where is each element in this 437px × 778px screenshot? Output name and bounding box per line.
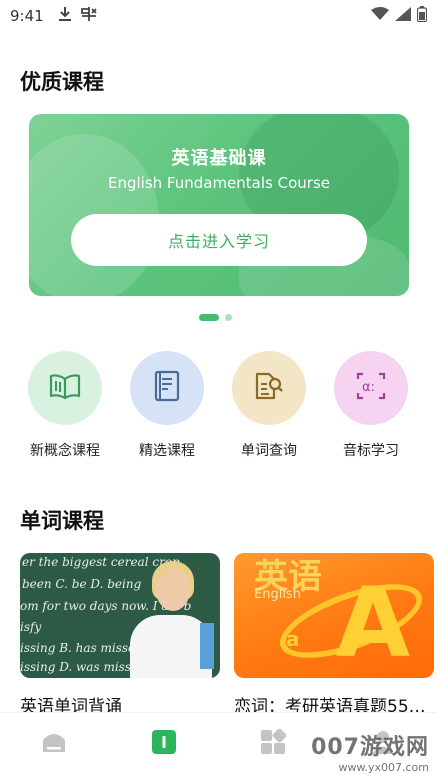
nav-selected-courses[interactable]: 精选课程 — [117, 351, 217, 460]
featured-section-title: 优质课程 — [20, 70, 104, 94]
word-courses-section-title: 单词课程 — [20, 509, 104, 533]
course-thumbnail: 英语 English A a — [234, 553, 434, 678]
nav-new-concept[interactable]: 新概念课程 — [15, 351, 115, 460]
nav-icon-circle: α: — [334, 351, 408, 425]
thumb-small-letter: a — [286, 627, 300, 651]
nav-word-lookup[interactable]: 单词查询 — [219, 351, 319, 460]
tab-study[interactable] — [149, 729, 179, 759]
document-search-icon — [253, 370, 285, 406]
nav-label: 新概念课程 — [30, 443, 100, 459]
banner-subtitle: English Fundamentals Course — [107, 174, 330, 192]
study-icon — [151, 729, 177, 759]
wifi-icon — [371, 7, 389, 25]
course-card-vocabulary[interactable]: er the biggest cereal crop been C. be D.… — [20, 553, 220, 717]
svg-text:α:: α: — [362, 380, 375, 395]
carousel-indicator — [199, 314, 232, 321]
status-time: 9:41 — [10, 7, 44, 25]
course-thumbnail: er the biggest cereal crop been C. be D.… — [20, 553, 220, 678]
banner-title: 英语基础课 — [171, 148, 267, 169]
board-text: been C. be D. being — [22, 577, 142, 591]
phonetic-icon: α: — [355, 371, 387, 405]
board-text: issing B. has missed — [20, 641, 143, 655]
carousel-dot[interactable] — [225, 314, 232, 321]
nav-icon-circle — [28, 351, 102, 425]
tab-home[interactable] — [39, 729, 69, 759]
board-text: issing D. was missed — [20, 660, 146, 674]
carousel-dot-active[interactable] — [199, 314, 219, 321]
teacher-illustration — [200, 623, 214, 669]
book-icon — [153, 370, 181, 406]
watermark-url: www.yx007.com — [338, 761, 429, 774]
tab-apps[interactable] — [258, 728, 288, 759]
notification-icon — [80, 6, 98, 26]
nav-label: 音标学习 — [343, 443, 399, 459]
thumb-english: English — [254, 587, 301, 602]
watermark: 007游戏网 www.yx007.com — [311, 729, 429, 774]
nav-label: 单词查询 — [241, 443, 297, 459]
watermark-text: 007游戏网 — [311, 735, 429, 760]
nav-icon-circle — [232, 351, 306, 425]
status-bar: 9:41 — [0, 0, 437, 32]
signal-icon — [395, 7, 411, 25]
download-icon — [58, 6, 72, 26]
nav-phonetics[interactable]: α: 音标学习 — [321, 351, 421, 460]
apps-icon — [260, 728, 287, 759]
course-card-kaoyan[interactable]: 英语 English A a 恋词：考研英语真题5500词 — [234, 553, 434, 717]
board-text: er the biggest cereal crop — [22, 555, 180, 569]
teacher-illustration — [156, 569, 190, 611]
nav-icon-circle — [130, 351, 204, 425]
board-text: isfy — [20, 620, 42, 634]
nav-label: 精选课程 — [139, 443, 195, 459]
home-icon — [41, 730, 67, 758]
featured-course-banner[interactable]: 英语基础课 English Fundamentals Course 点击进入学习 — [29, 114, 409, 296]
battery-icon — [416, 6, 428, 26]
thumb-letter: A — [335, 567, 410, 678]
open-book-icon — [48, 371, 82, 405]
start-learning-button[interactable]: 点击进入学习 — [71, 214, 367, 266]
